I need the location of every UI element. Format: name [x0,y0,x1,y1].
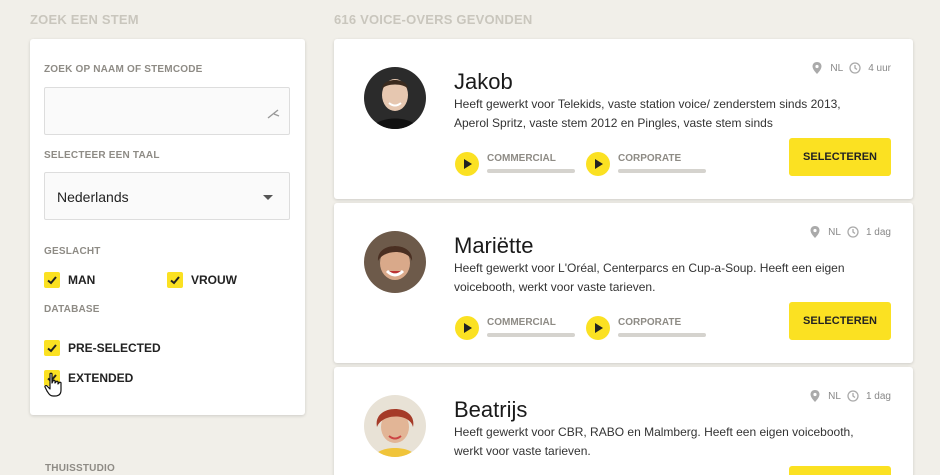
voice-meta: NL 4 uur [811,62,891,74]
voice-language: NL [828,226,841,238]
voice-name[interactable]: Beatrijs [454,397,527,423]
clock-icon [847,390,859,402]
language-select-value: Nederlands [57,189,129,205]
voice-description: Heeft gewerkt voor Telekids, vaste stati… [454,97,841,130]
demo-label: COMMERCIAL [487,317,556,328]
hand-cursor-icon [44,372,62,397]
voice-description: Heeft gewerkt voor L'Oréal, Centerparcs … [454,261,845,294]
select-button-partial[interactable] [789,466,891,475]
demo-commercial[interactable]: COMMERCIAL [455,151,575,177]
avatar [364,231,426,293]
filter-panel: ZOEK OP NAAM OF STEMCODE SELECTEER EEN T… [30,39,305,415]
voice-card: Beatrijs NL 1 dag Heeft gewerkt voor CBR… [334,367,913,475]
sidebar-heading: ZOEK EEN STEM [30,12,139,27]
database-label: DATABASE [44,304,100,315]
select-button[interactable]: SELECTEREN [789,302,891,340]
voice-meta: NL 1 dag [809,226,891,238]
checkbox-checked-icon[interactable] [167,272,183,288]
voice-language: NL [830,62,844,74]
results-heading: 616 VOICE-OVERS GEVONDEN [334,12,533,27]
demo-label: CORPORATE [618,317,682,328]
voice-meta: NL 1 dag [809,390,891,402]
voice-time: 1 dag [865,226,891,238]
voice-time: 1 dag [865,390,891,402]
thuisstudio-label: THUISSTUDIO [45,463,115,474]
language-label: SELECTEER EEN TAAL [44,150,160,161]
demo-corporate[interactable]: CORPORATE [586,315,706,341]
checkbox-extended-label: EXTENDED [68,371,134,385]
demo-commercial[interactable]: COMMERCIAL [455,315,575,341]
gender-label: GESLACHT [44,246,101,257]
location-pin-icon [812,62,822,74]
search-label: ZOEK OP NAAM OF STEMCODE [44,64,203,75]
checkbox-vrouw[interactable]: VROUW [167,272,237,288]
demo-progress-track[interactable] [487,169,575,173]
chevron-down-icon [263,195,273,200]
checkbox-checked-icon[interactable] [44,272,60,288]
play-icon[interactable] [455,316,479,340]
demo-progress-track[interactable] [618,333,706,337]
clock-icon [847,226,859,238]
demo-label: COMMERCIAL [487,153,556,164]
play-icon[interactable] [455,152,479,176]
location-pin-icon [810,390,820,402]
voice-language: NL [828,390,841,402]
avatar [364,395,426,457]
select-button[interactable]: SELECTEREN [789,138,891,176]
voice-card: Mariëtte NL 1 dag Heeft gewerkt voor L'O… [334,203,913,363]
search-icon[interactable] [265,105,281,121]
voice-name[interactable]: Jakob [454,69,513,95]
avatar [364,67,426,129]
demo-corporate[interactable]: CORPORATE [586,151,706,177]
play-icon[interactable] [586,316,610,340]
checkbox-man-label: MAN [68,273,96,287]
voice-name[interactable]: Mariëtte [454,233,533,259]
voice-description: Heeft gewerkt voor CBR, RABO en Malmberg… [454,425,854,458]
search-input[interactable] [44,87,290,135]
checkbox-vrouw-label: VROUW [191,273,237,287]
voice-card: Jakob NL 4 uur Heeft gewerkt voor Teleki… [334,39,913,199]
checkbox-pre-selected[interactable]: PRE-SELECTED [44,340,161,356]
checkbox-man[interactable]: MAN [44,272,95,288]
play-icon[interactable] [586,152,610,176]
location-pin-icon [810,226,820,238]
demo-progress-track[interactable] [487,333,575,337]
language-select[interactable]: Nederlands [44,172,290,220]
clock-icon [849,62,861,74]
voice-time: 4 uur [868,62,891,74]
demo-label: CORPORATE [618,153,682,164]
checkbox-checked-icon[interactable] [44,340,60,356]
checkbox-pre-selected-label: PRE-SELECTED [68,341,161,355]
demo-progress-track[interactable] [618,169,706,173]
